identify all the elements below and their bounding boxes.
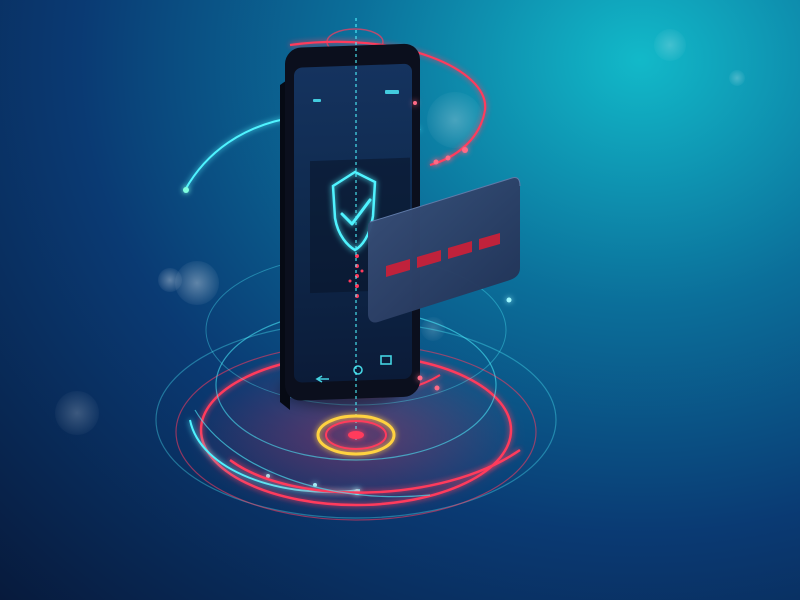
illustration-canvas [55,18,745,521]
payment-security-illustration [0,0,800,600]
